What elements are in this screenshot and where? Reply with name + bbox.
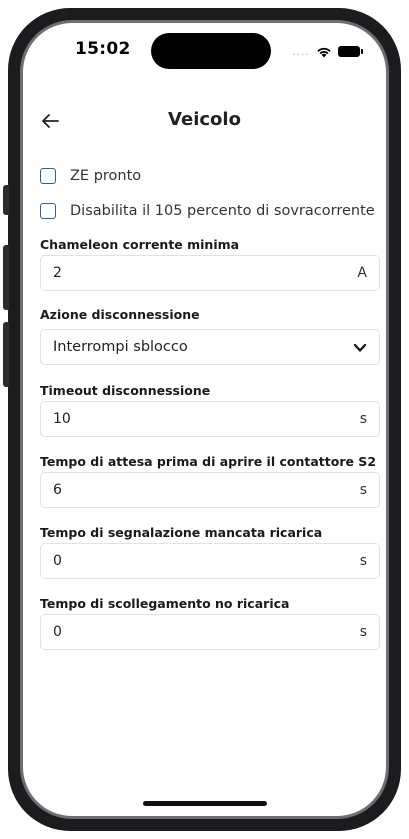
field-unit: s xyxy=(359,411,367,427)
field-value: 6 xyxy=(53,482,62,498)
battery-icon xyxy=(338,46,363,57)
phone-frame: 15:02 .... Veicolo ZE pronto Disabilita … xyxy=(8,8,401,831)
field-unit: A xyxy=(357,265,367,281)
s2-wait-label: Tempo di attesa prima di aprire il conta… xyxy=(40,454,377,469)
home-indicator[interactable] xyxy=(143,801,267,806)
checkbox-label: Disabilita il 105 percento di sovracorre… xyxy=(70,203,375,219)
disconnect-action-select[interactable]: Interrompi sblocco xyxy=(40,329,380,365)
dynamic-island xyxy=(151,33,271,69)
field-value: 2 xyxy=(53,265,62,281)
field-unit: s xyxy=(359,553,367,569)
volume-up-button xyxy=(3,245,9,310)
checkbox-label: ZE pronto xyxy=(70,168,142,184)
disconnect-timeout-input[interactable]: 10 s xyxy=(40,401,380,437)
field-unit: s xyxy=(359,624,367,640)
min-current-input[interactable]: 2 A xyxy=(40,255,380,291)
status-time: 15:02 xyxy=(75,39,131,59)
checkbox-box[interactable] xyxy=(40,168,56,184)
field-value: 10 xyxy=(53,411,71,427)
field-value: 0 xyxy=(53,624,62,640)
signal-icon: .... xyxy=(292,45,310,58)
page-title: Veicolo xyxy=(168,109,241,130)
field-unit: s xyxy=(359,482,367,498)
min-current-label: Chameleon corrente minima xyxy=(40,237,240,252)
select-value: Interrompi sblocco xyxy=(53,339,188,355)
screen: 15:02 .... Veicolo ZE pronto Disabilita … xyxy=(23,23,386,816)
phone-bezel: 15:02 .... Veicolo ZE pronto Disabilita … xyxy=(20,20,389,819)
status-icons: .... xyxy=(292,45,363,58)
no-charge-signal-input[interactable]: 0 s xyxy=(40,543,380,579)
volume-down-button xyxy=(3,322,9,387)
checkbox-ze-pronto[interactable]: ZE pronto xyxy=(40,168,141,184)
action-button xyxy=(3,185,9,215)
s2-wait-input[interactable]: 6 s xyxy=(40,472,380,508)
checkbox-disable-overcurrent[interactable]: Disabilita il 105 percento di sovracorre… xyxy=(40,203,375,219)
wifi-icon xyxy=(317,47,331,57)
checkbox-box[interactable] xyxy=(40,203,56,219)
no-charge-disconnect-input[interactable]: 0 s xyxy=(40,614,380,650)
field-value: 0 xyxy=(53,553,62,569)
no-charge-signal-label: Tempo di segnalazione mancata ricarica xyxy=(40,525,323,540)
disconnect-action-label: Azione disconnessione xyxy=(40,307,200,322)
no-charge-disconnect-label: Tempo di scollegamento no ricarica xyxy=(40,596,290,611)
chevron-down-icon xyxy=(353,343,367,352)
disconnect-timeout-label: Timeout disconnessione xyxy=(40,383,211,398)
